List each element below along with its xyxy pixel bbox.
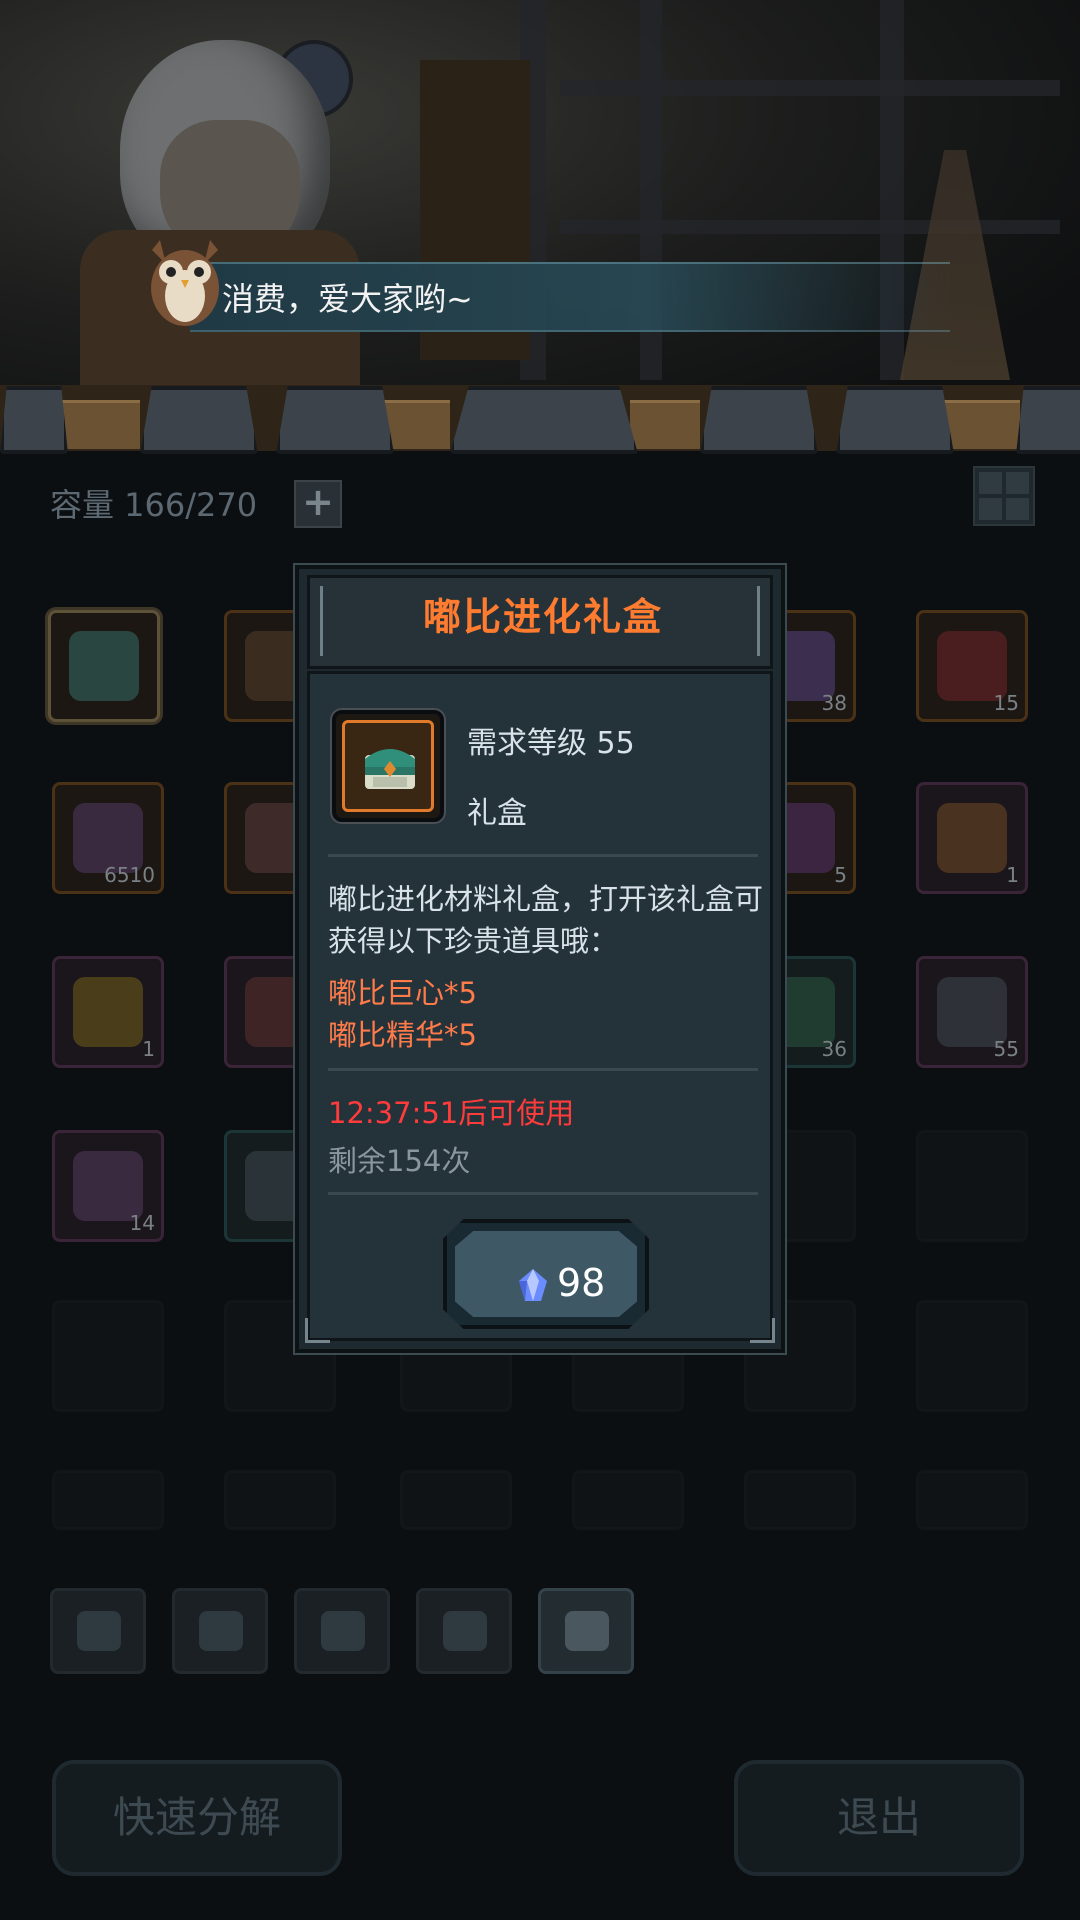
inventory-slot-empty[interactable] xyxy=(744,1470,856,1530)
quick-decompose-button[interactable]: 快速分解 xyxy=(52,1760,342,1876)
crystal-icon xyxy=(519,1269,547,1301)
category-tab-pets[interactable] xyxy=(172,1588,268,1674)
category-tab-materials[interactable] xyxy=(416,1588,512,1674)
inventory-slot-empty[interactable] xyxy=(52,1470,164,1530)
inventory-slot[interactable]: 15 xyxy=(916,610,1028,722)
chest-icon xyxy=(69,631,139,701)
category-tab-tools[interactable] xyxy=(50,1588,146,1674)
owl-avatar-icon xyxy=(151,240,219,326)
bread-icon xyxy=(937,803,1007,873)
inventory-slot[interactable]: 14 xyxy=(52,1130,164,1242)
inventory-slot[interactable]: 55 xyxy=(916,956,1028,1068)
inventory-slot-empty[interactable] xyxy=(916,1130,1028,1242)
grid-view-toggle-icon[interactable] xyxy=(973,466,1035,526)
divider xyxy=(328,1068,758,1071)
inventory-slot-empty[interactable] xyxy=(52,1300,164,1412)
tools-icon xyxy=(77,1611,121,1651)
item-icon-frame xyxy=(332,710,444,822)
inventory-slot[interactable] xyxy=(48,610,160,722)
category-tab-gems[interactable] xyxy=(294,1588,390,1674)
cooldown-timer: 12:37:51后可使用 xyxy=(328,1096,575,1130)
item-description: 嘟比进化材料礼盒，打开该礼盒可获得以下珍贵道具哦： xyxy=(328,882,764,958)
divider xyxy=(328,854,758,857)
purchase-button[interactable]: 98 xyxy=(443,1219,649,1329)
inventory-slot-empty[interactable] xyxy=(400,1470,512,1530)
inventory-slot[interactable]: 6510 xyxy=(52,782,164,894)
category-tab-chests[interactable] xyxy=(538,1588,634,1674)
divider xyxy=(328,1192,758,1195)
chest-icon xyxy=(565,1611,609,1651)
inventory-slot[interactable]: 1 xyxy=(916,782,1028,894)
speech-text: 消费，爱大家哟~ xyxy=(222,280,473,318)
inventory-slot-empty[interactable] xyxy=(916,1300,1028,1412)
inventory-slot[interactable]: 1 xyxy=(52,956,164,1068)
gem-icon xyxy=(321,1611,365,1651)
cheese-icon xyxy=(73,977,143,1047)
item-type: 礼盒 xyxy=(467,796,527,831)
gift-chest-icon xyxy=(365,749,415,789)
paw-icon xyxy=(199,1611,243,1651)
required-level: 需求等级 55 xyxy=(467,726,635,761)
dialog-header: 嘟比进化礼盒 xyxy=(307,575,773,669)
remaining-uses: 剩余154次 xyxy=(328,1144,471,1178)
inventory-slot-empty[interactable] xyxy=(572,1470,684,1530)
dialog-body: 需求等级 55 礼盒 嘟比进化材料礼盒，打开该礼盒可获得以下珍贵道具哦： 嘟比巨… xyxy=(307,671,773,1341)
exit-button[interactable]: 退出 xyxy=(734,1760,1024,1876)
expand-capacity-button[interactable]: + xyxy=(294,480,342,528)
reward-item: 嘟比巨心*5 xyxy=(328,976,477,1010)
capacity-label: 容量 166/270 xyxy=(50,486,258,524)
leaf-icon xyxy=(443,1611,487,1651)
inventory-slot-empty[interactable] xyxy=(224,1470,336,1530)
item-detail-dialog: 嘟比进化礼盒 需求等级 55 礼盒 嘟比进化材料礼盒，打开该礼盒可获得以下珍贵道… xyxy=(295,565,785,1353)
shop-scene-background xyxy=(0,0,1080,450)
price-value: 98 xyxy=(557,1261,606,1305)
inventory-slot-empty[interactable] xyxy=(916,1470,1028,1530)
dialog-title: 嘟比进化礼盒 xyxy=(422,595,663,639)
reward-item: 嘟比精华*5 xyxy=(328,1018,477,1052)
